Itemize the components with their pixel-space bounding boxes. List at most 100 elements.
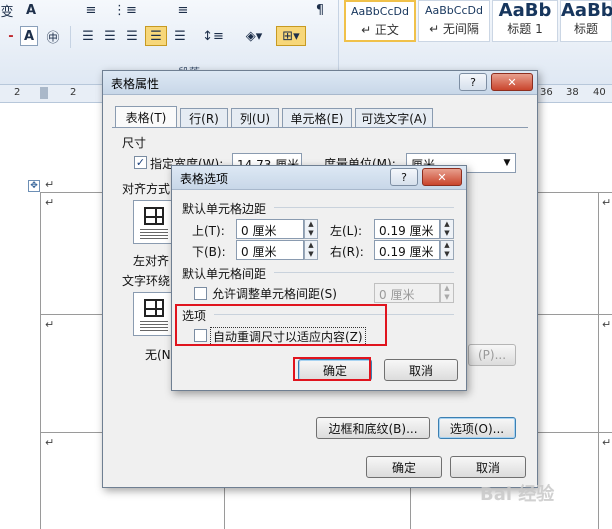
highlight-box xyxy=(175,304,387,346)
tab-cell[interactable]: 单元格(E) xyxy=(282,108,352,128)
right-margin-spinner[interactable]: ▲ ▼ xyxy=(440,240,454,260)
options-cancel-button[interactable]: 取消 xyxy=(384,359,458,381)
paragraph-mark: ↵ xyxy=(602,436,612,449)
numbering-icon[interactable]: ⋮≡ xyxy=(110,0,140,20)
paragraph-mark: ↵ xyxy=(45,178,55,191)
ribbon-divider xyxy=(338,0,339,80)
align-right-icon[interactable]: ☰ xyxy=(122,26,142,46)
top-margin-spinner[interactable]: ▲ ▼ xyxy=(304,219,318,239)
alignment-group-label: 对齐方式 xyxy=(122,182,171,196)
style-name: ↵ 正文 xyxy=(361,23,399,37)
style-name: 标题 xyxy=(573,22,598,36)
red-icon[interactable]: - xyxy=(4,26,18,46)
borders-icon[interactable]: ⊞▾ xyxy=(276,26,306,46)
table-gridline xyxy=(598,192,599,529)
right-margin-field[interactable]: 0.19 厘米 xyxy=(374,240,440,260)
style-sample: AaBbCcDd xyxy=(425,4,483,17)
tab-alt-text[interactable]: 可选文字(A) xyxy=(355,108,433,128)
tab-table[interactable]: 表格(T) xyxy=(115,106,177,128)
enclose-char-icon[interactable]: ㊥ xyxy=(44,26,62,46)
ruler-number: 40 xyxy=(593,87,606,98)
chevron-down-icon[interactable]: ▼ xyxy=(500,155,514,171)
dialog-title: 表格选项 xyxy=(180,172,229,186)
tab-divider xyxy=(112,127,528,128)
indent-marker[interactable] xyxy=(40,87,48,99)
bullets-icon[interactable]: ≡ xyxy=(78,0,104,20)
align-left-icon[interactable]: ☰ xyxy=(78,26,98,46)
allow-spacing-label: 允许调整单元格间距(S) xyxy=(212,287,337,301)
line-spacing-icon[interactable]: ↕≡ xyxy=(200,26,226,46)
style-name: 标题 1 xyxy=(507,22,543,36)
align-center-icon[interactable]: ☰ xyxy=(100,26,120,46)
pref-width-checkbox[interactable]: ✓ xyxy=(134,156,147,169)
positioning-button[interactable]: (P)... xyxy=(468,344,516,366)
paragraph-mark: ↵ xyxy=(45,436,55,449)
shading-icon[interactable]: ◈▾ xyxy=(240,26,268,46)
ribbon-divider xyxy=(70,26,71,48)
bottom-margin-spinner[interactable]: ▲ ▼ xyxy=(304,240,318,260)
ruler-number: 2 xyxy=(70,87,77,98)
ruler-number: 38 xyxy=(566,87,579,98)
table-glyph xyxy=(144,207,164,225)
text-lines xyxy=(140,229,168,239)
style-no-spacing[interactable]: AaBbCcDd ↵ 无间隔 xyxy=(418,0,490,42)
group-divider xyxy=(274,272,454,273)
paragraph-mark: ↵ xyxy=(45,196,55,209)
wrapping-group-label: 文字环绕 xyxy=(122,274,171,288)
pilcrow-icon[interactable]: ¶ xyxy=(310,0,330,20)
ruler-number: 2 xyxy=(14,87,21,98)
size-group-label: 尺寸 xyxy=(122,136,147,150)
font-color-icon[interactable]: A xyxy=(22,0,40,20)
style-sample: AaBb xyxy=(561,0,612,21)
right-margin-label: 右(R): xyxy=(330,245,364,259)
table-glyph xyxy=(144,299,164,317)
bottom-margin-field[interactable]: 0 厘米 xyxy=(236,240,304,260)
table-gridline xyxy=(40,192,41,529)
borders-shading-button[interactable]: 边框和底纹(B)... xyxy=(316,417,430,439)
ruler-number: 36 xyxy=(540,87,553,98)
char-shading-icon[interactable]: A xyxy=(20,26,38,46)
close-button[interactable]: ✕ xyxy=(491,73,533,91)
paragraph-mark: ↵ xyxy=(602,318,612,331)
indent-icon[interactable]: ≡ xyxy=(170,0,196,20)
style-sample: AaBb xyxy=(498,0,552,21)
spacing-spinner: ▲ ▼ xyxy=(440,283,454,303)
align-left-label: 左对齐 xyxy=(133,254,170,268)
top-margin-field[interactable]: 0 厘米 xyxy=(236,219,304,239)
align-left-icon[interactable] xyxy=(133,200,173,244)
allow-spacing-checkbox[interactable] xyxy=(194,287,207,300)
top-margin-label: 上(T): xyxy=(192,224,225,238)
close-button[interactable]: ✕ xyxy=(422,168,462,186)
cancel-button[interactable]: 取消 xyxy=(450,456,526,478)
highlight-box xyxy=(293,357,371,381)
left-margin-spinner[interactable]: ▲ ▼ xyxy=(440,219,454,239)
table-move-handle[interactable]: ✥ xyxy=(28,180,40,192)
style-normal[interactable]: AaBbCcDd ↵ 正文 xyxy=(344,0,416,42)
spacing-field: 0 厘米 xyxy=(374,283,440,303)
justify-icon[interactable]: ☰ xyxy=(145,26,167,46)
help-button[interactable]: ? xyxy=(390,168,418,186)
style-heading-1[interactable]: AaBb 标题 1 xyxy=(492,0,558,42)
format-icon[interactable]: 变 xyxy=(0,0,14,20)
group-divider xyxy=(274,207,454,208)
wrap-none-icon[interactable] xyxy=(133,292,173,336)
style-name: ↵ 无间隔 xyxy=(429,22,479,36)
style-sample: AaBbCcDd xyxy=(351,5,409,18)
tab-row[interactable]: 行(R) xyxy=(180,108,228,128)
dialog-titlebar[interactable]: 表格属性 ? ✕ xyxy=(103,71,537,95)
dialog-title: 表格属性 xyxy=(111,77,160,91)
ok-button[interactable]: 确定 xyxy=(366,456,442,478)
distribute-icon[interactable]: ☰ xyxy=(170,26,190,46)
cell-spacing-group-label: 默认单元格间距 xyxy=(182,267,267,281)
left-margin-field[interactable]: 0.19 厘米 xyxy=(374,219,440,239)
tab-column[interactable]: 列(U) xyxy=(231,108,279,128)
paragraph-mark: ↵ xyxy=(45,318,55,331)
style-heading[interactable]: AaBb 标题 xyxy=(560,0,612,42)
bottom-margin-label: 下(B): xyxy=(192,245,226,259)
dialog-titlebar[interactable]: 表格选项 ? ✕ xyxy=(172,166,466,190)
cell-margins-group-label: 默认单元格边距 xyxy=(182,202,267,216)
help-button[interactable]: ? xyxy=(459,73,487,91)
text-lines xyxy=(140,321,168,331)
paragraph-mark: ↵ xyxy=(602,196,612,209)
options-button[interactable]: 选项(O)... xyxy=(438,417,516,439)
